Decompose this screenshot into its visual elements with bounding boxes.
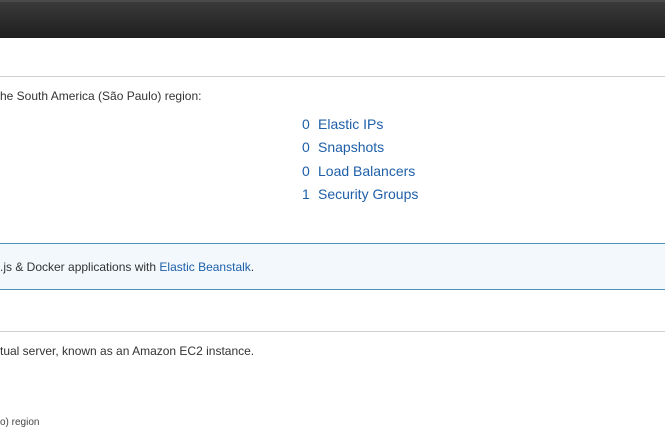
resource-count: 0: [302, 116, 310, 132]
resource-count: 1: [302, 185, 310, 202]
resource-label: Elastic IPs: [318, 116, 384, 132]
resource-snapshots-link[interactable]: 0 Snapshots: [302, 136, 418, 159]
resource-count: 0: [302, 139, 310, 156]
region-footer-text: o) region: [0, 417, 40, 428]
beanstalk-info-box: .js & Docker applications with Elastic B…: [0, 243, 665, 290]
resource-label: Load Balancers: [318, 162, 416, 179]
resource-count: 0: [302, 162, 310, 179]
beanstalk-notice-prefix: .js & Docker applications with: [0, 260, 160, 274]
region-intro-text: he South America (São Paulo) region:: [0, 89, 202, 103]
section-divider: [0, 76, 665, 77]
elastic-beanstalk-link[interactable]: Elastic Beanstalk: [159, 260, 250, 274]
resource-security-groups-link[interactable]: 1 Security Groups: [302, 183, 418, 206]
beanstalk-notice-text: .js & Docker applications with Elastic B…: [0, 260, 254, 274]
top-navigation-bar: [0, 0, 665, 38]
beanstalk-notice-suffix: .: [250, 260, 255, 274]
resource-label: Snapshots: [318, 139, 385, 156]
launch-instance-description: tual server, known as an Amazon EC2 inst…: [0, 344, 255, 358]
resource-load-balancers-link[interactable]: 0 Load Balancers: [302, 160, 418, 183]
resource-list: 0 Elastic IPs 0 Snapshots 0 Load Balancers …: [302, 113, 418, 206]
resource-label: Security Groups: [318, 185, 419, 202]
resource-elastic-ips-link[interactable]: 0 Elastic IPs: [302, 113, 418, 136]
section-divider: [0, 331, 665, 332]
